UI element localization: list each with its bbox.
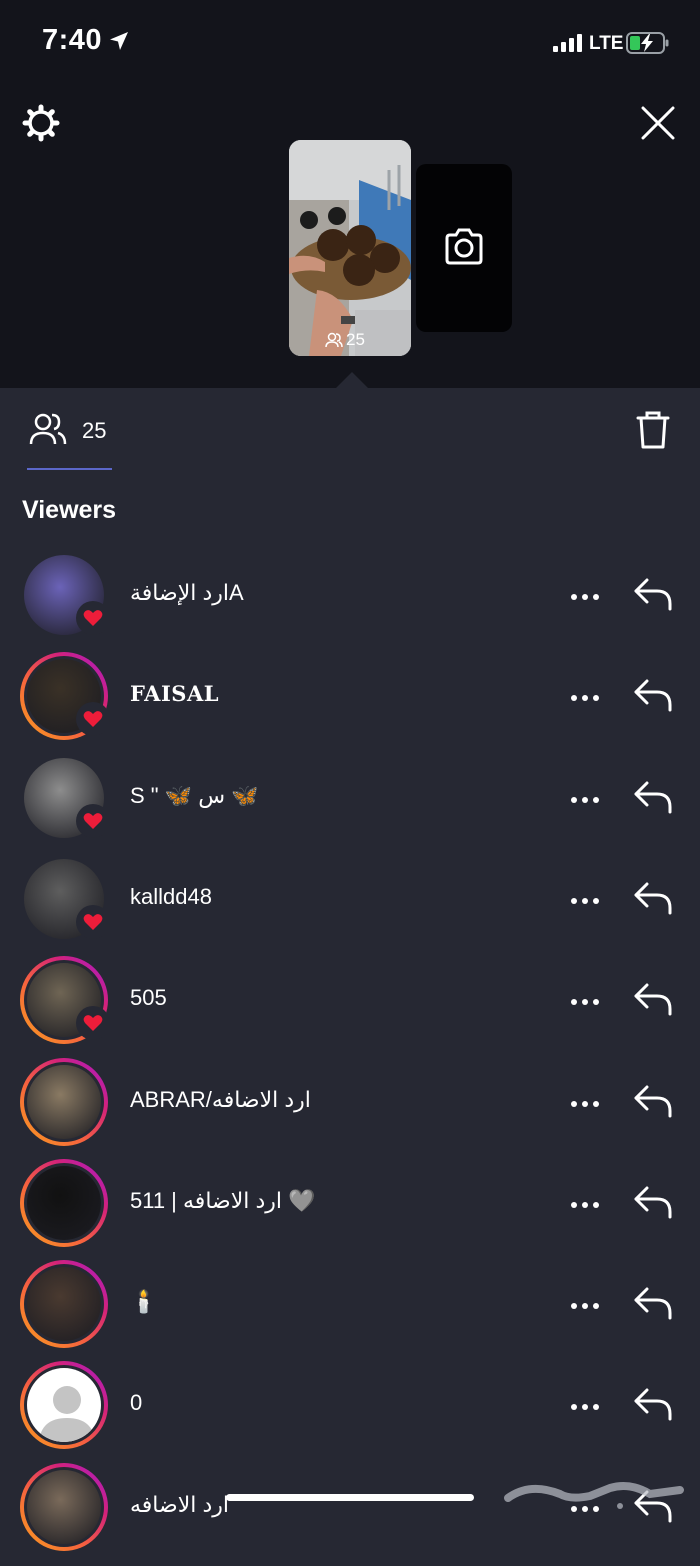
heart-icon: [83, 1015, 103, 1031]
reply-icon[interactable]: [633, 576, 673, 617]
viewer-row[interactable]: 505: [0, 956, 700, 1059]
avatar-image: [27, 1368, 101, 1442]
liked-badge: [76, 905, 110, 939]
more-options-icon[interactable]: [570, 1297, 600, 1315]
avatar-image: [27, 1267, 101, 1341]
reply-icon[interactable]: [633, 779, 673, 820]
reply-icon[interactable]: [633, 677, 673, 718]
avatar[interactable]: [20, 551, 110, 639]
home-indicator[interactable]: [226, 1494, 474, 1501]
viewer-row[interactable]: 🕯️: [0, 1260, 700, 1363]
more-options-icon[interactable]: [570, 892, 600, 910]
avatar-frame: [24, 1163, 104, 1243]
viewers-heading: Viewers: [22, 496, 117, 524]
avatar-frame: [24, 1467, 104, 1547]
more-options-icon[interactable]: [570, 791, 600, 809]
avatar-image: [27, 1065, 101, 1139]
signal-icon: [553, 34, 582, 52]
network-label: LTE: [589, 33, 624, 54]
avatar[interactable]: [20, 1058, 108, 1146]
viewer-name[interactable]: ABRAR/ارد الاضافه: [130, 1087, 311, 1113]
viewer-name[interactable]: 511 | ارد الاضافه 🩶: [130, 1188, 316, 1214]
story-viewer-count-value: 25: [346, 330, 365, 349]
people-icon: [325, 332, 343, 348]
status-time: 7:40: [42, 24, 103, 56]
more-options-icon[interactable]: [570, 689, 600, 707]
viewer-name[interactable]: 505: [130, 985, 167, 1011]
story-header: 7:40 LTE 25: [0, 0, 700, 388]
viewer-name[interactable]: 0: [130, 1390, 142, 1416]
reply-icon[interactable]: [633, 1386, 673, 1427]
avatar[interactable]: [20, 1463, 108, 1551]
battery-charging-icon: [626, 32, 669, 54]
viewer-row[interactable]: ارد الإضافةA: [0, 554, 700, 654]
avatar[interactable]: [20, 956, 110, 1044]
avatar-image: [27, 1470, 101, 1544]
avatar-image: [27, 1166, 101, 1240]
viewer-name[interactable]: S " 🦋 س 🦋: [130, 783, 259, 809]
reply-icon[interactable]: [633, 1285, 673, 1326]
heart-icon: [83, 610, 103, 626]
liked-badge: [76, 702, 110, 736]
viewer-row[interactable]: 511 | ارد الاضافه 🩶: [0, 1159, 700, 1262]
avatar-frame: [24, 1264, 104, 1344]
haraj-watermark-logo: [504, 1482, 684, 1509]
more-options-icon[interactable]: [570, 588, 600, 606]
heart-icon: [83, 711, 103, 727]
settings-gear-icon[interactable]: [22, 104, 60, 142]
viewer-row[interactable]: 0: [0, 1361, 700, 1464]
story-photo: [289, 140, 411, 356]
story-viewer-count: 25: [325, 330, 365, 350]
viewer-name[interactable]: ارد الإضافةA: [130, 580, 244, 606]
avatar[interactable]: [20, 855, 110, 943]
reply-icon[interactable]: [633, 1083, 673, 1124]
avatar[interactable]: [20, 1361, 108, 1449]
more-options-icon[interactable]: [570, 1095, 600, 1113]
heart-icon: [83, 914, 103, 930]
trash-icon[interactable]: [635, 410, 671, 450]
reply-icon[interactable]: [633, 981, 673, 1022]
more-options-icon[interactable]: [570, 1398, 600, 1416]
camera-icon: [445, 228, 483, 265]
more-options-icon[interactable]: [570, 993, 600, 1011]
reply-icon[interactable]: [633, 1184, 673, 1225]
viewer-name[interactable]: kalldd48: [130, 884, 212, 910]
heart-icon: [83, 813, 103, 829]
viewer-row[interactable]: FAISAL: [0, 652, 700, 755]
avatar[interactable]: [20, 1159, 108, 1247]
avatar-frame: [24, 1365, 104, 1445]
reply-icon[interactable]: [633, 880, 673, 921]
close-icon[interactable]: [640, 105, 676, 141]
selected-story-pointer: [336, 372, 368, 388]
avatar-frame: [24, 1062, 104, 1142]
liked-badge: [76, 804, 110, 838]
story-thumbnail[interactable]: 25: [289, 140, 411, 356]
avatar[interactable]: [20, 754, 110, 842]
viewer-row[interactable]: kalldd48: [0, 858, 700, 958]
more-options-icon[interactable]: [570, 1196, 600, 1214]
viewer-row[interactable]: S " 🦋 س 🦋: [0, 757, 700, 857]
viewers-tab-count[interactable]: 25: [82, 418, 106, 444]
tab-indicator: [27, 468, 112, 470]
viewer-name[interactable]: FAISAL: [130, 681, 219, 706]
viewer-name[interactable]: 🕯️: [130, 1289, 157, 1315]
liked-badge: [76, 601, 110, 635]
avatar[interactable]: [20, 1260, 108, 1348]
viewers-tab-people-icon[interactable]: [28, 412, 68, 446]
viewer-name[interactable]: ارد الاضافه: [130, 1492, 229, 1518]
avatar[interactable]: [20, 652, 110, 740]
viewer-row[interactable]: ABRAR/ارد الاضافه: [0, 1058, 700, 1161]
location-arrow-icon: [110, 32, 128, 50]
add-story-card[interactable]: [416, 164, 512, 332]
liked-badge: [76, 1006, 110, 1040]
default-profile-icon: [27, 1368, 101, 1442]
